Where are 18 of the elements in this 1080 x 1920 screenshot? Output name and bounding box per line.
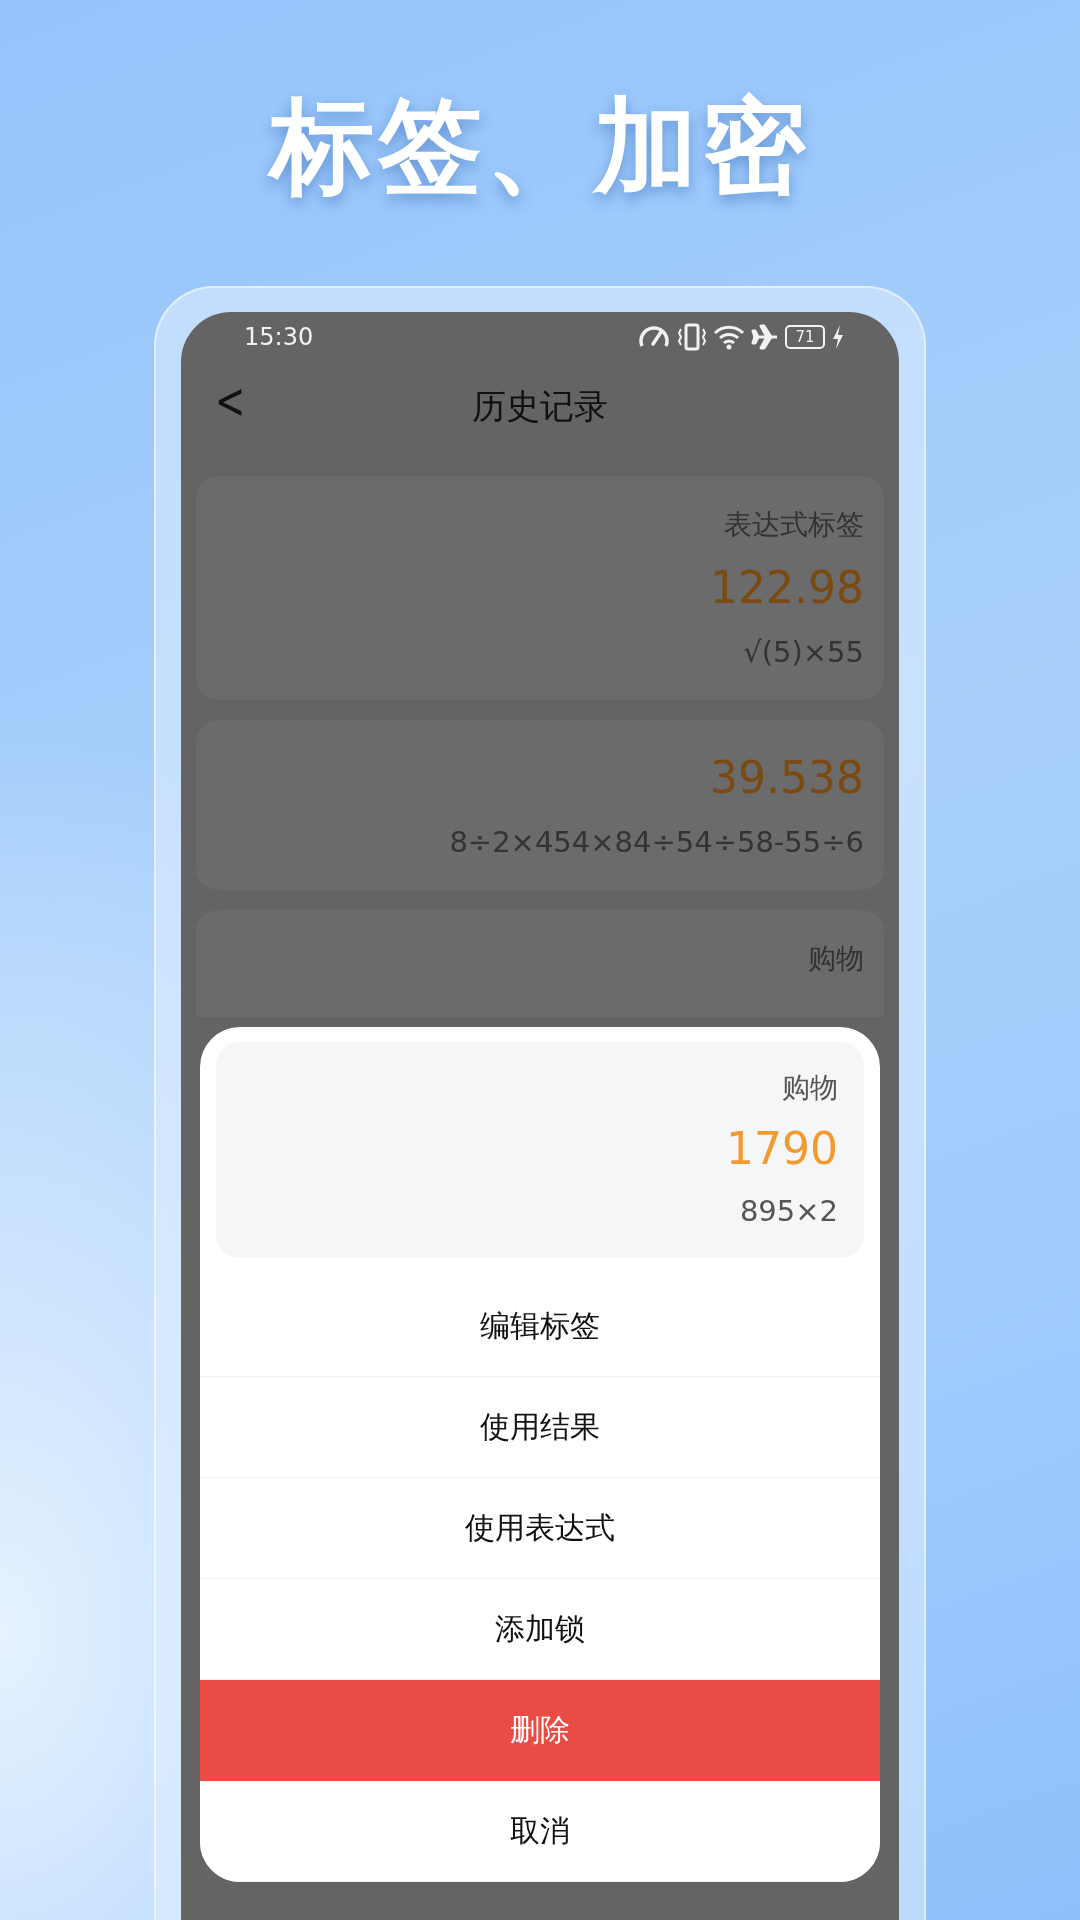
vibrate-icon [677, 323, 707, 351]
result-value: 122.98 [710, 562, 864, 614]
charging-icon [831, 324, 845, 350]
page-title: 历史记录 [472, 385, 608, 428]
expression-text: 8÷2×454×84÷54÷58-55÷6 [449, 824, 864, 860]
airplane-icon [751, 324, 779, 350]
battery-icon: 71 [785, 325, 825, 349]
tag-label: 购物 [782, 1071, 838, 1105]
status-time: 15:30 [244, 323, 314, 351]
delete-button[interactable]: 删除 [200, 1680, 880, 1781]
result-value: 1790 [726, 1123, 838, 1175]
expression-text: 895×2 [739, 1193, 838, 1229]
expression-text: √(5)×55 [743, 634, 864, 670]
tag-label: 表达式标签 [724, 508, 864, 542]
speed-icon [637, 324, 671, 350]
tag-label: 购物 [808, 942, 864, 976]
result-value: 39.538 [710, 752, 864, 804]
wifi-icon [713, 324, 745, 350]
